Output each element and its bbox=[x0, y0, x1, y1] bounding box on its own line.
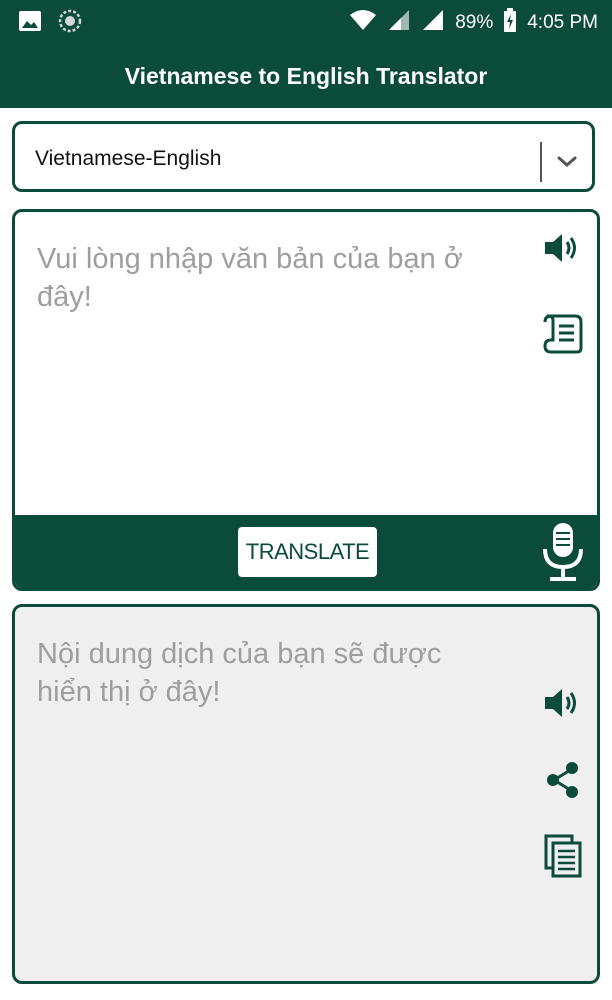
dropdown-divider bbox=[540, 142, 542, 182]
language-dropdown[interactable]: Vietnamese-English bbox=[12, 121, 595, 192]
language-dropdown-value: Vietnamese-English bbox=[35, 147, 222, 170]
output-card: Nội dung dịch của bạn sẽ được hiển thị ở… bbox=[12, 604, 600, 984]
signal-icon bbox=[387, 9, 411, 37]
battery-charging-icon bbox=[503, 8, 517, 38]
source-text-input[interactable]: Vui lòng nhập văn bản của bạn ở đây! bbox=[37, 240, 497, 316]
translation-output: Nội dung dịch của bạn sẽ được hiển thị ở… bbox=[37, 638, 442, 708]
translate-button[interactable]: TRANSLATE bbox=[238, 527, 377, 577]
gallery-icon bbox=[18, 10, 42, 37]
copy-icon[interactable] bbox=[543, 833, 583, 884]
chevron-down-icon[interactable] bbox=[551, 142, 583, 178]
speaker-icon[interactable] bbox=[542, 230, 582, 271]
signal-icon bbox=[421, 9, 445, 37]
aperture-icon bbox=[58, 9, 82, 38]
status-bar: 89% 4:05 PM bbox=[0, 0, 612, 44]
document-scroll-icon[interactable] bbox=[541, 312, 585, 361]
share-icon[interactable] bbox=[545, 760, 581, 805]
microphone-icon[interactable] bbox=[540, 521, 586, 583]
translate-bar: TRANSLATE bbox=[15, 515, 597, 588]
clock-time: 4:05 PM bbox=[527, 12, 598, 33]
battery-percent: 89% bbox=[455, 12, 494, 33]
app-bar: Vietnamese to English Translator bbox=[0, 44, 612, 108]
input-card: Vui lòng nhập văn bản của bạn ở đây! TRA… bbox=[12, 209, 600, 591]
speaker-icon[interactable] bbox=[542, 685, 582, 726]
wifi-icon bbox=[349, 9, 377, 37]
app-title: Vietnamese to English Translator bbox=[124, 62, 488, 89]
